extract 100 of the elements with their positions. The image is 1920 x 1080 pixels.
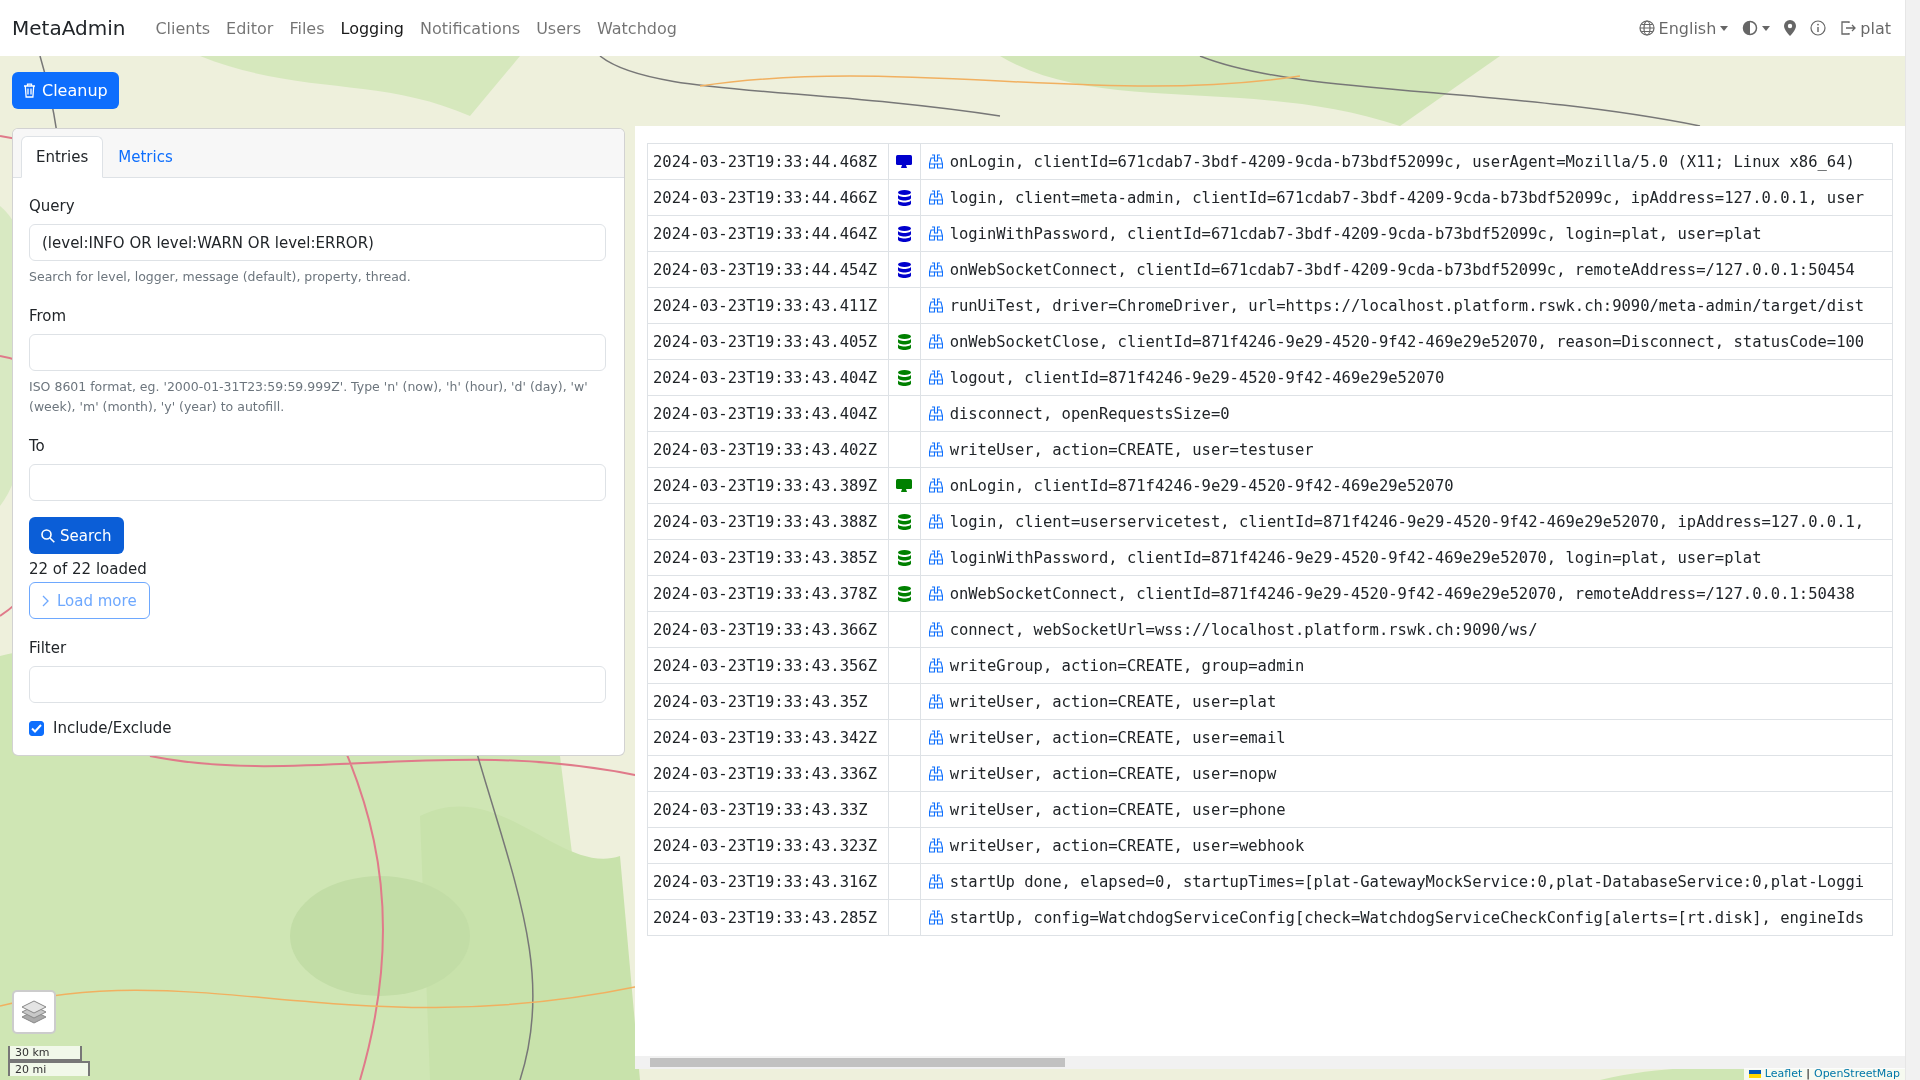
binoculars-icon	[928, 694, 943, 709]
flag-icon	[1748, 1070, 1761, 1078]
timestamp-cell: 2024-03-23T19:33:43.402Z	[647, 431, 889, 468]
log-message: onWebSocketClose, clientId=871f4246-9e29-4520-9f42-469e29e52070, reason=Disconnect, statusCode=100	[949, 332, 1865, 351]
attribution-link[interactable]: OpenStreetMap	[1813, 1068, 1900, 1080]
binoculars-icon	[928, 370, 943, 385]
attribution-link[interactable]: Leaflet	[1764, 1068, 1803, 1080]
log-message: onWebSocketConnect, clientId=671cdab7-3bdf-4209-9cda-b73bdf52099c, remoteAddress=/127.0.0.1:50454	[949, 260, 1855, 279]
timestamp-cell: 2024-03-23T19:33:43.356Z	[647, 647, 889, 684]
include-exclude-checkbox[interactable]	[29, 720, 44, 736]
log-message: login, client=userservicetest, clientId=871f4246-9e29-4520-9f42-469e29e52070, ipAddress=127.0.0.1,	[949, 512, 1865, 531]
binoculars-icon	[928, 478, 943, 493]
tab[interactable]: Metrics	[103, 136, 188, 178]
timestamp-cell: 2024-03-23T19:33:43.33Z	[647, 791, 889, 828]
info-icon[interactable]	[1810, 20, 1827, 36]
timestamp-cell: 2024-03-23T19:33:44.454Z	[647, 251, 889, 288]
loaded-count: 22 of 22 loaded	[29, 560, 147, 578]
log-message: writeUser, action=CREATE, user=plat	[949, 692, 1277, 711]
timestamp-cell: 2024-03-23T19:33:44.468Z	[647, 143, 889, 180]
log-message: loginWithPassword, clientId=871f4246-9e29-4520-9f42-469e29e52070, login=plat, user=plat	[949, 548, 1762, 567]
map-pin-icon[interactable]	[1784, 20, 1797, 36]
cleanup-button[interactable]: Cleanup	[12, 72, 119, 109]
log-message: connect, webSocketUrl=wss://localhost.platform.rswk.ch:9090/ws/	[949, 620, 1538, 639]
language-dropdown[interactable]: English	[1638, 18, 1729, 38]
layers-icon	[20, 999, 48, 1025]
log-message: startUp done, elapsed=0, startupTimes=[plat-GatewayMockService:0,plat-DatabaseService:0,plat-Loggi	[949, 872, 1865, 891]
log-message: writeUser, action=CREATE, user=email	[949, 728, 1286, 747]
binoculars-icon	[928, 262, 943, 277]
log-message: onLogin, clientId=671cdab7-3bdf-4209-9cda-b73bdf52099c, userAgent=Mozilla/5.0 (X11; Linux x86_64)	[949, 152, 1855, 171]
binoculars-icon	[928, 550, 943, 565]
timestamp-cell: 2024-03-23T19:33:43.35Z	[647, 683, 889, 720]
nav-link[interactable]: Files	[281, 10, 333, 46]
timestamp-cell: 2024-03-23T19:33:43.388Z	[647, 503, 889, 540]
field-label: Filter	[29, 639, 67, 657]
nav-link[interactable]: Users	[528, 10, 589, 46]
logout-icon	[1840, 20, 1857, 36]
trash-icon	[23, 83, 36, 98]
caret-icon	[1720, 25, 1729, 31]
binoculars-icon	[928, 658, 943, 673]
binoculars-icon	[928, 226, 943, 241]
timestamp-cell: 2024-03-23T19:33:44.464Z	[647, 215, 889, 252]
binoculars-icon	[928, 874, 943, 889]
layers-button[interactable]	[12, 990, 56, 1034]
binoculars-icon	[928, 514, 943, 529]
horizontal-scrollbar[interactable]	[635, 1056, 1905, 1069]
binoculars-icon	[928, 298, 943, 313]
app-brand[interactable]: MetaAdmin	[12, 16, 126, 40]
binoculars-icon	[928, 154, 943, 169]
log-message: writeUser, action=CREATE, user=nopw	[949, 764, 1277, 783]
timestamp-cell: 2024-03-23T19:33:43.285Z	[647, 899, 889, 936]
binoculars-icon	[928, 730, 943, 745]
timestamp-cell: 2024-03-23T19:33:43.385Z	[647, 539, 889, 576]
theme-dropdown[interactable]	[1742, 20, 1771, 36]
binoculars-icon	[928, 802, 943, 817]
search-button[interactable]: Search	[29, 517, 124, 554]
log-message: logout, clientId=871f4246-9e29-4520-9f42-469e29e52070	[949, 368, 1445, 387]
scale-bar: 30 km	[8, 1046, 82, 1061]
field-label: To	[29, 437, 45, 455]
query-field[interactable]: (level:INFO OR level:WARN OR level:ERROR)	[29, 224, 606, 261]
globe-icon	[1638, 20, 1655, 36]
nav-link[interactable]: Logging	[332, 10, 412, 46]
log-message: disconnect, openRequestsSize=0	[949, 404, 1230, 423]
field-label: From	[29, 307, 67, 325]
nav-link[interactable]: Editor	[218, 10, 282, 46]
scale-bar: 20 mi	[8, 1061, 90, 1076]
nav-link[interactable]: Notifications	[412, 10, 529, 46]
timestamp-cell: 2024-03-23T19:33:43.389Z	[647, 467, 889, 504]
timestamp-cell: 2024-03-23T19:33:43.366Z	[647, 611, 889, 648]
nav-link[interactable]: Clients	[147, 10, 219, 46]
from-field[interactable]	[29, 334, 606, 371]
tab[interactable]: Entries	[21, 136, 104, 178]
log-message: loginWithPassword, clientId=671cdab7-3bdf-4209-9cda-b73bdf52099c, login=plat, user=plat	[949, 224, 1762, 243]
checkbox-label: Include/Exclude	[53, 719, 172, 737]
help-text: ISO 8601 format, eg. '2000-01-31T23:59:59.999Z'. Type 'n' (now), 'h' (hour), 'd' (day), 'w' (week), 'm' (month), 'y' (year) to autofill.	[29, 378, 589, 416]
binoculars-icon	[928, 910, 943, 925]
log-message: login, client=meta-admin, clientId=671cdab7-3bdf-4209-9cda-b73bdf52099c, ipAddress=127.0.0.1, user	[949, 188, 1865, 207]
log-message: writeGroup, action=CREATE, group=admin	[949, 656, 1305, 675]
scrollbar[interactable]	[1905, 0, 1920, 1080]
timestamp-cell: 2024-03-23T19:33:43.316Z	[647, 863, 889, 900]
filter-field[interactable]	[29, 666, 606, 703]
separator: |	[1806, 1068, 1810, 1080]
load-more-button[interactable]: Load more	[29, 582, 150, 619]
timestamp-cell: 2024-03-23T19:33:43.404Z	[647, 359, 889, 396]
binoculars-icon	[928, 622, 943, 637]
timestamp-cell: 2024-03-23T19:33:43.405Z	[647, 323, 889, 360]
log-message: onWebSocketConnect, clientId=871f4246-9e29-4520-9f42-469e29e52070, remoteAddress=/127.0.0.1:50438	[949, 584, 1855, 603]
timestamp-cell: 2024-03-23T19:33:43.336Z	[647, 755, 889, 792]
timestamp-cell: 2024-03-23T19:33:43.342Z	[647, 719, 889, 756]
binoculars-icon	[928, 442, 943, 457]
search-icon	[41, 528, 55, 543]
scrollbar-thumb[interactable]	[650, 1058, 1065, 1067]
binoculars-icon	[928, 190, 943, 205]
to-field[interactable]	[29, 464, 606, 501]
chevron-right-icon	[42, 594, 49, 607]
logout-link[interactable]: plat	[1840, 18, 1891, 38]
nav-link[interactable]: Watchdog	[588, 10, 685, 46]
binoculars-icon	[928, 406, 943, 421]
timestamp-cell: 2024-03-23T19:33:44.466Z	[647, 179, 889, 216]
binoculars-icon	[928, 766, 943, 781]
timestamp-cell: 2024-03-23T19:33:43.404Z	[647, 395, 889, 432]
